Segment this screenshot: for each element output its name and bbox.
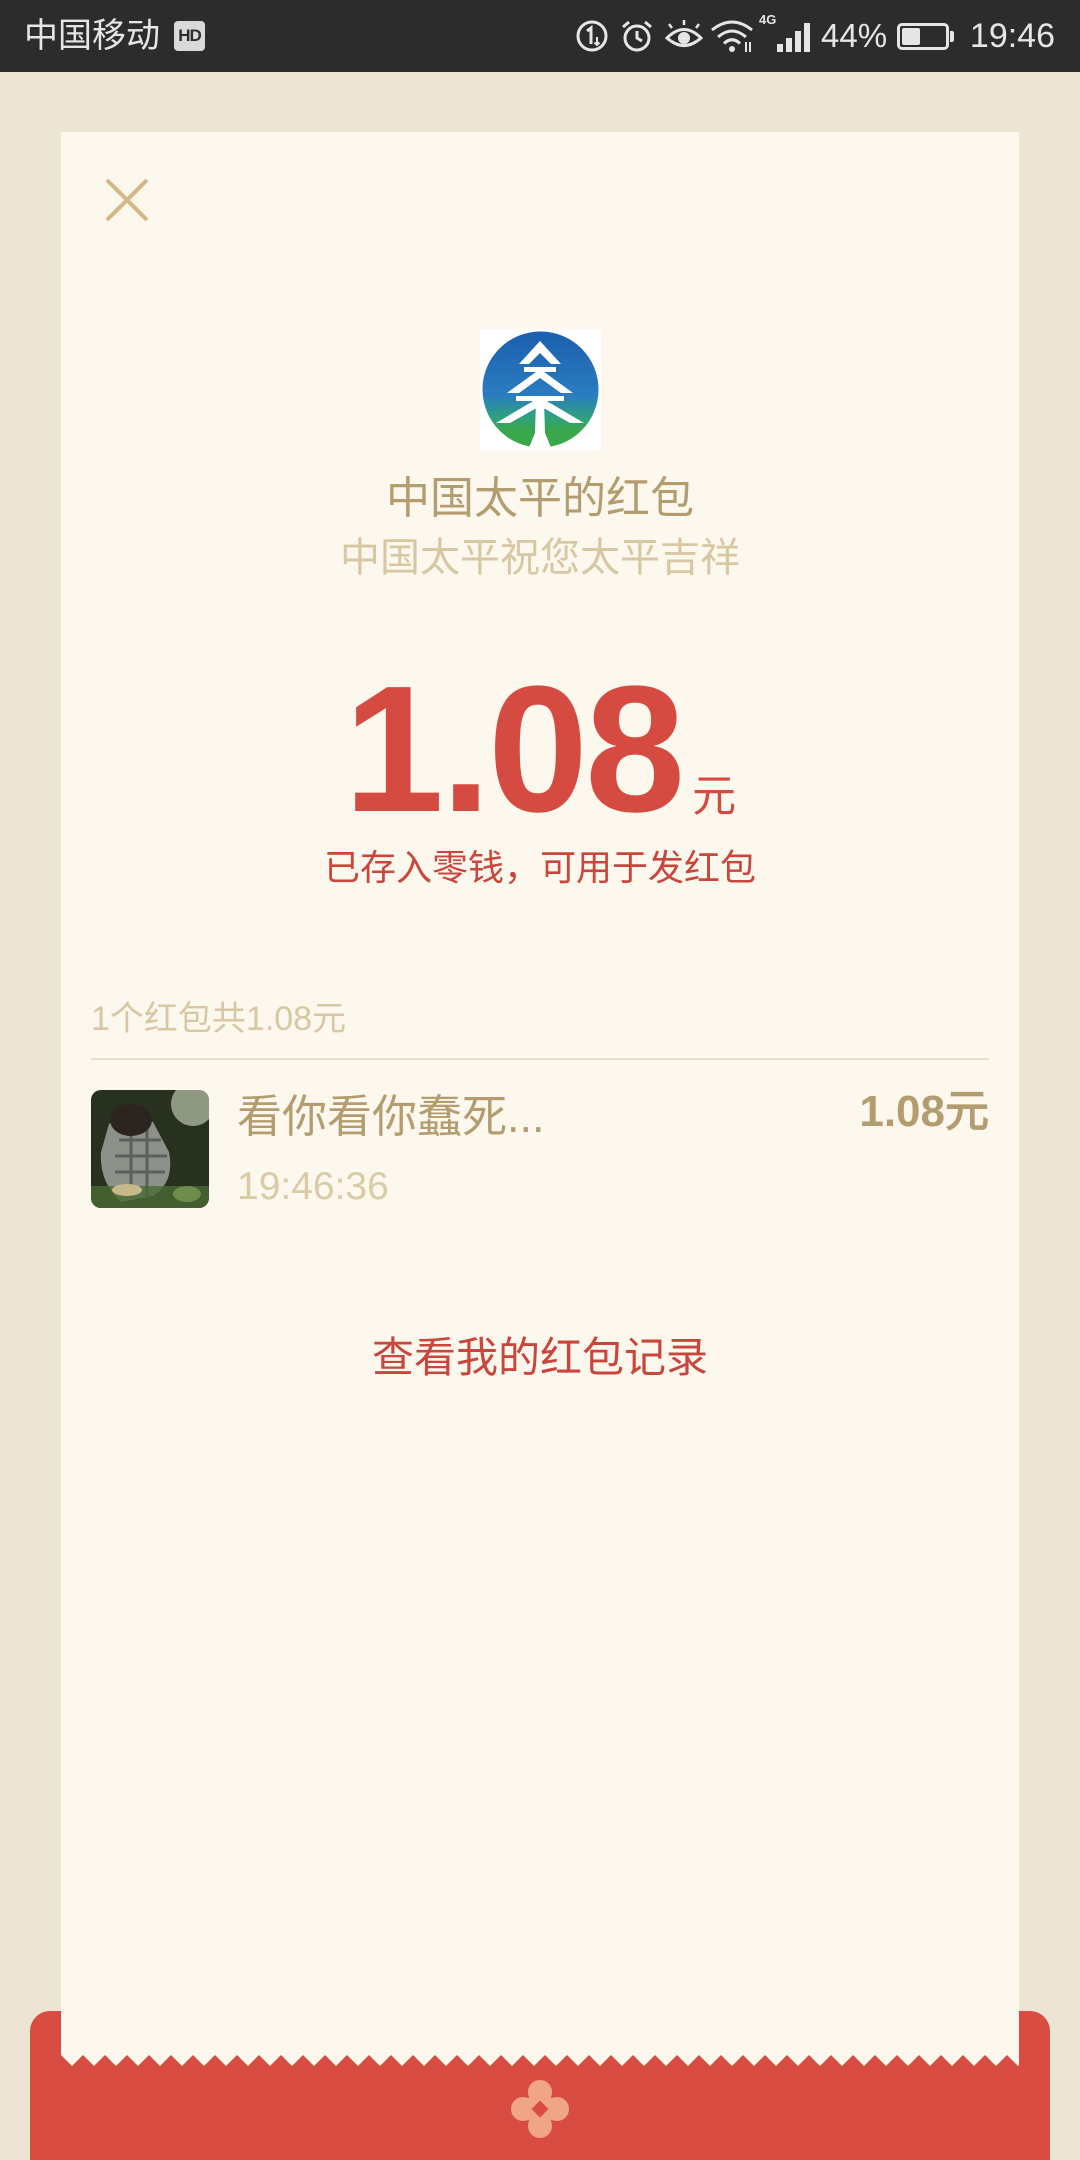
claim-list-item: 看你看你蠢死... 19:46:36 1.08元 — [61, 1082, 1019, 1222]
wifi-icon — [711, 20, 753, 52]
amount-value: 1.08 — [343, 649, 685, 850]
claim-amount: 1.08元 — [859, 1087, 989, 1136]
battery-level-fill — [902, 28, 921, 45]
greeting-text: 中国太平祝您太平吉祥 — [340, 536, 740, 580]
red-packet-detail-card: 中国太平的红包 中国太平祝您太平吉祥 1.08 元 已存入零钱，可用于发红包 1… — [61, 132, 1019, 2055]
hd-badge: HD — [174, 21, 205, 51]
card-zigzag-edge — [61, 2055, 1019, 2066]
carrier-name: 中国移动 — [24, 17, 160, 55]
sender-title: 中国太平的红包 — [386, 474, 694, 523]
china-taiping-logo — [480, 329, 601, 450]
status-bar: 中国移动 HD 4G 44% 19:46 — [0, 0, 1080, 72]
amount-unit: 元 — [692, 772, 737, 821]
close-icon[interactable] — [104, 177, 150, 223]
battery-percent: 44% — [821, 17, 888, 54]
received-amount: 1.08 元 — [61, 660, 1019, 840]
claimer-name: 看你看你蠢死... — [237, 1091, 545, 1142]
network-type-label: 4G — [759, 12, 777, 27]
battery-tip — [950, 31, 954, 42]
divider — [91, 1058, 989, 1060]
status-time: 19:46 — [969, 17, 1055, 55]
deposit-note: 已存入零钱，可用于发红包 — [323, 847, 756, 888]
claim-summary: 1个红包共1.08元 — [91, 1000, 347, 1038]
avatar — [91, 1090, 209, 1208]
view-my-red-packet-records-link[interactable]: 查看我的红包记录 — [61, 1330, 1019, 1386]
circle-one-icon — [576, 20, 608, 52]
signal-icon — [777, 23, 810, 52]
flower-emblem-icon — [511, 2080, 569, 2138]
eye-icon — [664, 20, 704, 47]
battery-icon — [897, 23, 949, 50]
alarm-icon — [622, 20, 652, 52]
claim-time: 19:46:36 — [237, 1165, 389, 1208]
